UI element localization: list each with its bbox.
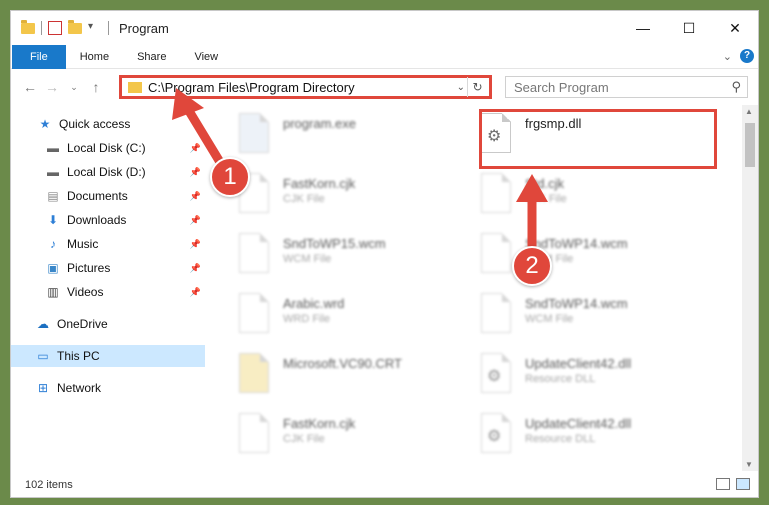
callout-badge-1: 1 xyxy=(210,157,250,197)
arrow-to-address-bar xyxy=(172,88,548,259)
callout-badge-2: 2 xyxy=(512,246,552,286)
